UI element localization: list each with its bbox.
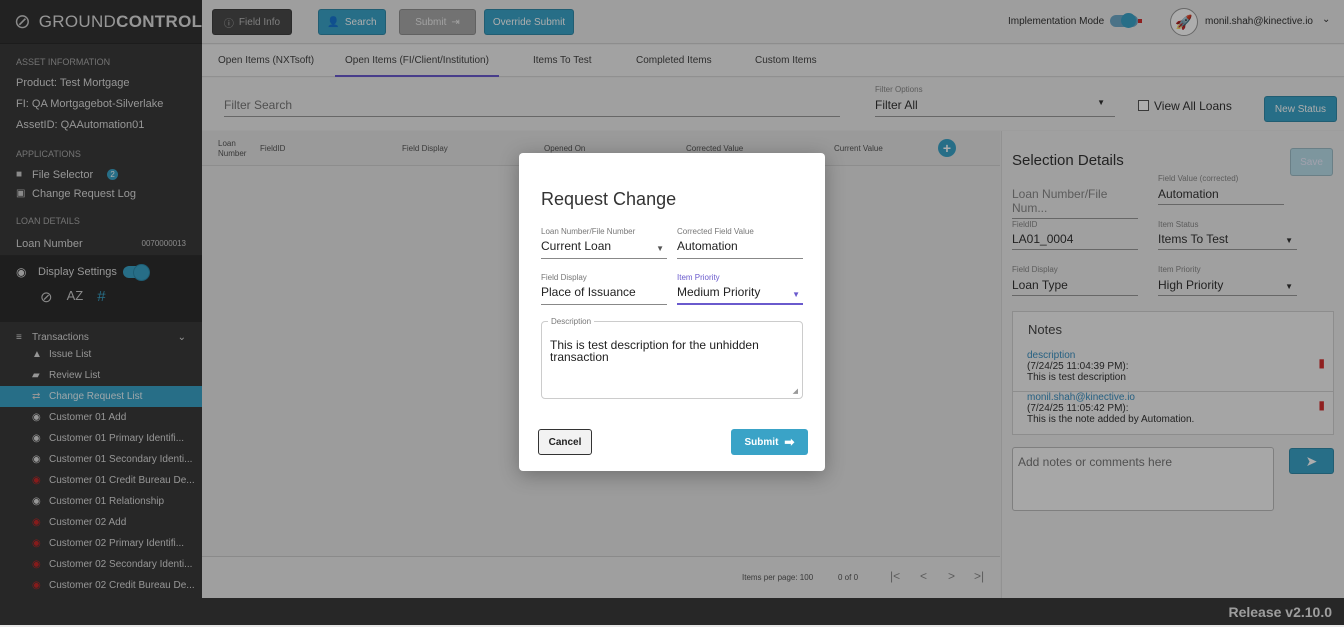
loan-number-label: Loan Number/File Number [541,227,636,236]
submit-button[interactable]: Submit ➡ [731,429,808,455]
cancel-button[interactable]: Cancel [538,429,592,455]
item-priority-select[interactable]: Medium Priority ▼ [677,285,803,305]
loan-number-select[interactable]: Current Loan ▼ [541,239,667,259]
dialog-title: Request Change [541,189,677,209]
item-priority-value: Medium Priority [677,285,761,299]
loan-number-value: Current Loan [541,239,612,253]
description-text: This is test description for the unhidde… [550,338,759,364]
cancel-label: Cancel [548,436,582,448]
field-display-label: Field Display [541,273,587,282]
dropdown-arrow-icon: ▼ [656,244,664,253]
submit-label: Submit [744,436,779,448]
field-display-input[interactable]: Place of Issuance [541,285,667,305]
request-change-dialog: Request Change Loan Number/File Number C… [519,153,825,471]
item-priority-label: Item Priority [677,273,720,282]
corrected-value-label: Corrected Field Value [677,227,754,236]
corrected-value-input[interactable]: Automation [677,239,803,259]
resize-handle-icon[interactable]: ◢ [793,387,798,395]
arrow-right-icon: ➡ [784,435,795,449]
description-label: Description [548,317,595,326]
description-field[interactable]: Description This is test description for… [541,317,803,399]
dropdown-arrow-icon: ▼ [792,290,800,299]
